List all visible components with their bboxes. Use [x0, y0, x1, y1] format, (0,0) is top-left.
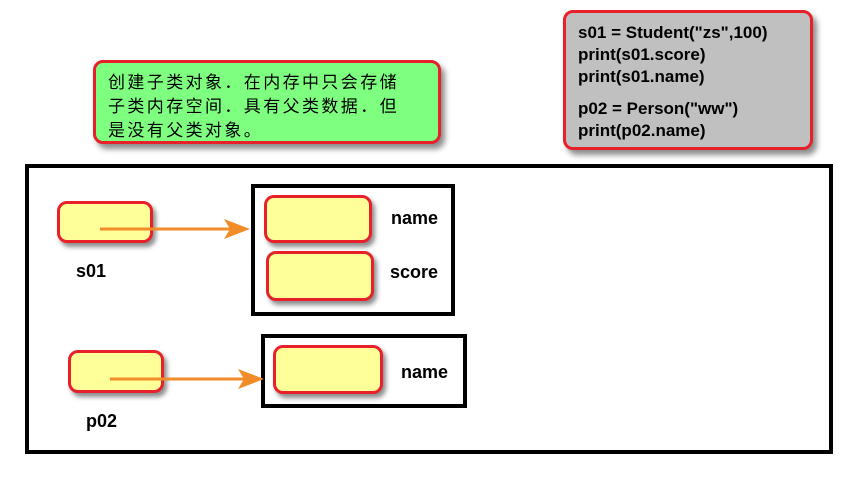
reference-arrows — [100, 219, 264, 389]
s01-reference-arrow — [100, 219, 250, 239]
p02-reference-arrow — [110, 369, 264, 389]
